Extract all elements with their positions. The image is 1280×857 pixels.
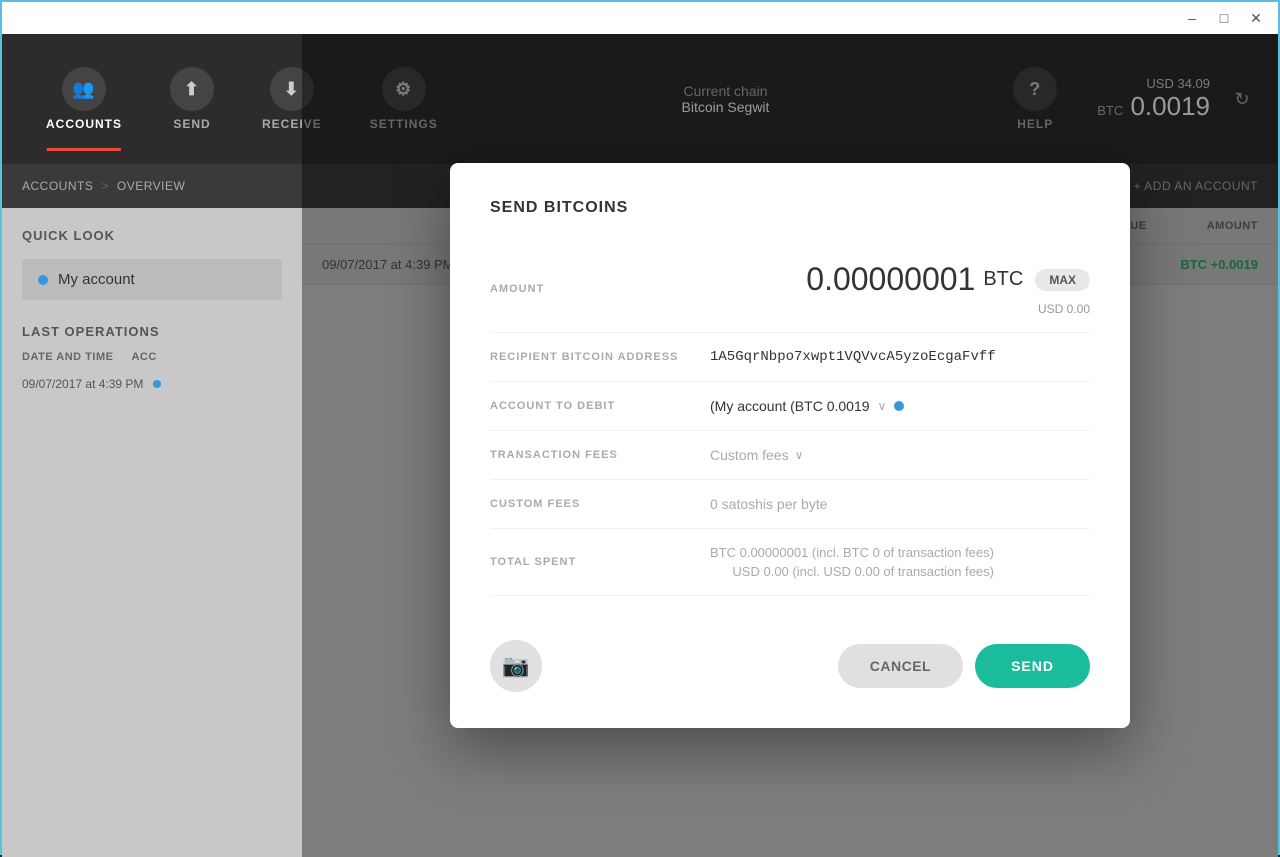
nav-item-send[interactable]: ⬆ SEND xyxy=(146,57,238,141)
title-bar: – □ ✕ xyxy=(2,2,1278,34)
send-button[interactable]: SEND xyxy=(975,644,1090,688)
account-item-my-account[interactable]: My account xyxy=(22,259,282,300)
window-frame: – □ ✕ 👥 ACCOUNTS ⬆ SEND ⬇ RECEIVE ⚙ SETT… xyxy=(0,0,1280,855)
nav-label-accounts: ACCOUNTS xyxy=(46,117,122,131)
ops-row-date: 09/07/2017 at 4:39 PM xyxy=(22,377,143,391)
modal-total-line1: BTC 0.00000001 (incl. BTC 0 of transacti… xyxy=(710,545,994,560)
modal-fees-value: Custom fees xyxy=(710,447,789,463)
overlay: SEND BITCOINS AMOUNT 0.00000001 BTC MAX … xyxy=(302,34,1278,857)
modal-total-label: TOTAL SPENT xyxy=(490,556,710,568)
account-debit-name: (My account (BTC 0.0019 xyxy=(710,398,870,414)
breadcrumb-overview: OVERVIEW xyxy=(117,179,185,193)
main-content: COUNTERVALUE AMOUNT 09/07/2017 at 4:39 P… xyxy=(302,208,1278,857)
ops-col-date: DATE AND TIME xyxy=(22,351,113,363)
max-button[interactable]: MAX xyxy=(1035,269,1090,291)
app-content: QUICK LOOK My account LAST OPERATIONS DA… xyxy=(2,208,1278,857)
sidebar: QUICK LOOK My account LAST OPERATIONS DA… xyxy=(2,208,302,857)
accounts-icon: 👥 xyxy=(62,67,106,111)
fees-dropdown[interactable]: Custom fees ∨ xyxy=(710,447,803,463)
breadcrumb-separator: > xyxy=(101,179,109,193)
modal-amount-usd: USD 0.00 xyxy=(1038,302,1090,316)
modal-title: SEND BITCOINS xyxy=(490,199,1090,217)
modal-custom-fees-label: CUSTOM FEES xyxy=(490,498,710,510)
ops-dot xyxy=(153,380,161,388)
modal-debit-label: ACCOUNT TO DEBIT xyxy=(490,400,710,412)
minimize-button[interactable]: – xyxy=(1178,4,1206,32)
modal-recipient-label: RECIPIENT BITCOIN ADDRESS xyxy=(490,351,710,363)
modal-amount-label: AMOUNT xyxy=(490,283,710,295)
modal-footer: 📷 CANCEL SEND xyxy=(490,624,1090,692)
last-ops-title: LAST OPERATIONS xyxy=(22,324,282,339)
camera-icon: 📷 xyxy=(502,653,529,679)
modal-recipient-address: 1A5GqrNbpo7xwpt1VQVvcA5yzoEcgaFvff xyxy=(710,349,996,365)
quick-look-title: QUICK LOOK xyxy=(22,228,282,243)
modal-row-debit: ACCOUNT TO DEBIT (My account (BTC 0.0019… xyxy=(490,382,1090,431)
modal: SEND BITCOINS AMOUNT 0.00000001 BTC MAX … xyxy=(450,163,1130,728)
modal-row-fees: TRANSACTION FEES Custom fees ∨ xyxy=(490,431,1090,480)
account-name: My account xyxy=(58,271,135,288)
cancel-button[interactable]: CANCEL xyxy=(838,644,963,688)
chevron-down-icon: ∨ xyxy=(878,399,887,413)
account-dot xyxy=(38,275,48,285)
modal-row-custom-fees: CUSTOM FEES 0 satoshis per byte xyxy=(490,480,1090,529)
modal-btc-label: BTC xyxy=(983,268,1023,291)
send-icon: ⬆ xyxy=(170,67,214,111)
breadcrumb-accounts: ACCOUNTS xyxy=(22,179,93,193)
modal-row-amount: AMOUNT 0.00000001 BTC MAX USD 0.00 xyxy=(490,245,1090,333)
total-spent-values: BTC 0.00000001 (incl. BTC 0 of transacti… xyxy=(710,545,994,579)
modal-custom-fees-value: 0 satoshis per byte xyxy=(710,496,828,512)
account-debit[interactable]: (My account (BTC 0.0019 ∨ xyxy=(710,398,904,414)
maximize-button[interactable]: □ xyxy=(1210,4,1238,32)
modal-row-recipient: RECIPIENT BITCOIN ADDRESS 1A5GqrNbpo7xwp… xyxy=(490,333,1090,382)
camera-button[interactable]: 📷 xyxy=(490,640,542,692)
modal-total-line2: USD 0.00 (incl. USD 0.00 of transaction … xyxy=(732,564,994,579)
account-debit-dot xyxy=(894,401,904,411)
modal-fees-label: TRANSACTION FEES xyxy=(490,449,710,461)
nav-label-send: SEND xyxy=(173,117,210,131)
ops-row[interactable]: 09/07/2017 at 4:39 PM xyxy=(22,371,282,397)
amount-top: 0.00000001 BTC MAX xyxy=(710,261,1090,298)
ops-col-acc: ACC xyxy=(131,351,156,363)
modal-row-total: TOTAL SPENT BTC 0.00000001 (incl. BTC 0 … xyxy=(490,529,1090,596)
footer-buttons: CANCEL SEND xyxy=(838,644,1090,688)
close-button[interactable]: ✕ xyxy=(1242,4,1270,32)
modal-amount-value: 0.00000001 xyxy=(806,261,975,298)
fees-chevron-icon: ∨ xyxy=(795,448,804,462)
breadcrumb: ACCOUNTS > OVERVIEW xyxy=(22,179,185,193)
ops-header: DATE AND TIME ACC xyxy=(22,351,282,363)
nav-item-accounts[interactable]: 👥 ACCOUNTS xyxy=(22,57,146,141)
